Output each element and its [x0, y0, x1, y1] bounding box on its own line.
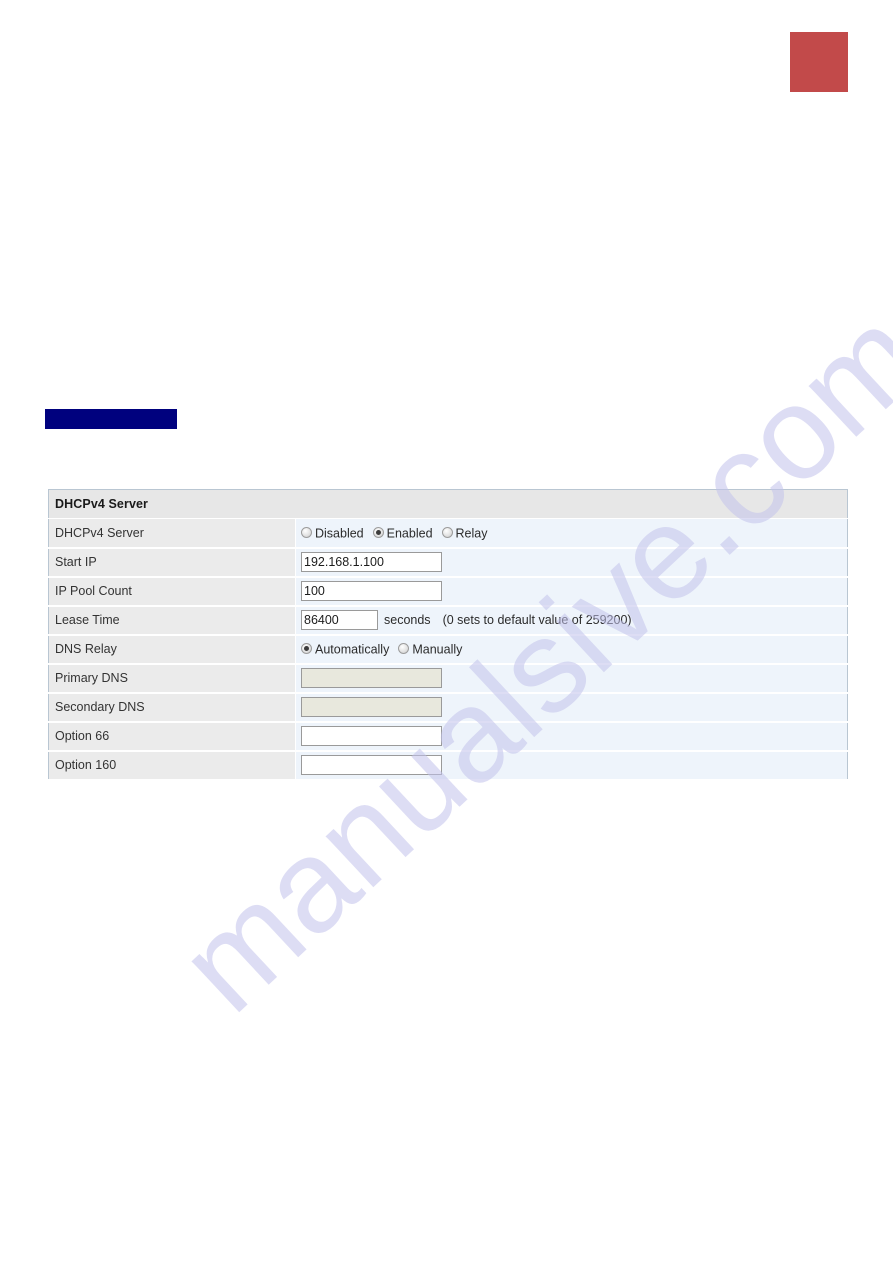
radio-button-icon[interactable] — [301, 526, 312, 538]
row-value — [295, 750, 848, 781]
table-row: Option 160 — [48, 750, 848, 781]
unit-label: seconds — [384, 613, 431, 627]
field-note: (0 sets to default value of 259200) — [442, 613, 632, 627]
table-row: Option 66 — [48, 721, 848, 752]
row-value: Automatically Manually — [295, 634, 848, 665]
table-row: IP Pool Count — [48, 576, 848, 607]
text-input[interactable] — [301, 552, 442, 572]
table-row: DNS Relay Automatically Manually — [48, 634, 848, 665]
row-value — [295, 692, 848, 723]
page-canvas: manualsive.com DHCPv4 Server DHCPv4 Serv… — [0, 0, 893, 1263]
radio-option[interactable]: Manually — [398, 642, 462, 657]
table-row: Lease Time seconds (0 sets to default valu… — [48, 605, 848, 636]
radio-button-icon[interactable] — [441, 526, 453, 538]
text-input[interactable] — [301, 755, 442, 775]
row-value: Disabled Enabled Relay — [295, 518, 848, 549]
text-input[interactable] — [301, 610, 378, 630]
row-value — [295, 721, 848, 752]
row-label: Option 66 — [48, 721, 296, 752]
radio-group: Disabled Enabled Relay — [301, 525, 496, 540]
radio-button-icon[interactable] — [398, 642, 410, 654]
row-value — [295, 663, 848, 694]
radio-option[interactable]: Disabled — [301, 526, 364, 541]
radio-option-label: Manually — [412, 642, 463, 657]
row-label: Primary DNS — [48, 663, 296, 694]
radio-option-label: Disabled — [315, 526, 364, 541]
text-input[interactable] — [301, 581, 442, 601]
radio-option-label: Relay — [455, 526, 488, 541]
row-value — [295, 547, 848, 578]
radio-option[interactable]: Relay — [441, 526, 488, 541]
radio-option-label: Automatically — [315, 642, 390, 657]
text-input[interactable] — [301, 726, 442, 746]
radio-option[interactable]: Automatically — [301, 642, 389, 657]
row-value: seconds (0 sets to default value of 25920… — [295, 605, 848, 636]
table-row: Start IP — [48, 547, 848, 578]
table-row: Primary DNS — [48, 663, 848, 694]
redacted-heading-bar — [45, 409, 177, 429]
radio-group: Automatically Manually — [301, 642, 471, 657]
red-corner-block — [790, 32, 848, 92]
row-label: Lease Time — [48, 605, 296, 636]
dhcpv4-server-settings-table: DHCPv4 Server DHCPv4 Server Disabled Enabl… — [48, 489, 848, 781]
radio-option-label: Enabled — [386, 526, 433, 541]
text-input — [301, 668, 442, 688]
radio-button-icon[interactable] — [372, 526, 384, 538]
table-row: Secondary DNS — [48, 692, 848, 723]
row-label: Start IP — [48, 547, 296, 578]
text-input — [301, 697, 442, 717]
radio-button-icon[interactable] — [301, 642, 312, 654]
row-label: IP Pool Count — [48, 576, 296, 607]
table-section-header: DHCPv4 Server — [48, 489, 848, 519]
row-label: Secondary DNS — [48, 692, 296, 723]
section-title: DHCPv4 Server — [48, 489, 848, 519]
radio-option[interactable]: Enabled — [372, 526, 433, 541]
row-value — [295, 576, 848, 607]
row-label: DHCPv4 Server — [48, 518, 296, 549]
row-label: DNS Relay — [48, 634, 296, 665]
table-row: DHCPv4 Server Disabled Enabled Relay — [48, 518, 848, 549]
row-label: Option 160 — [48, 750, 296, 781]
